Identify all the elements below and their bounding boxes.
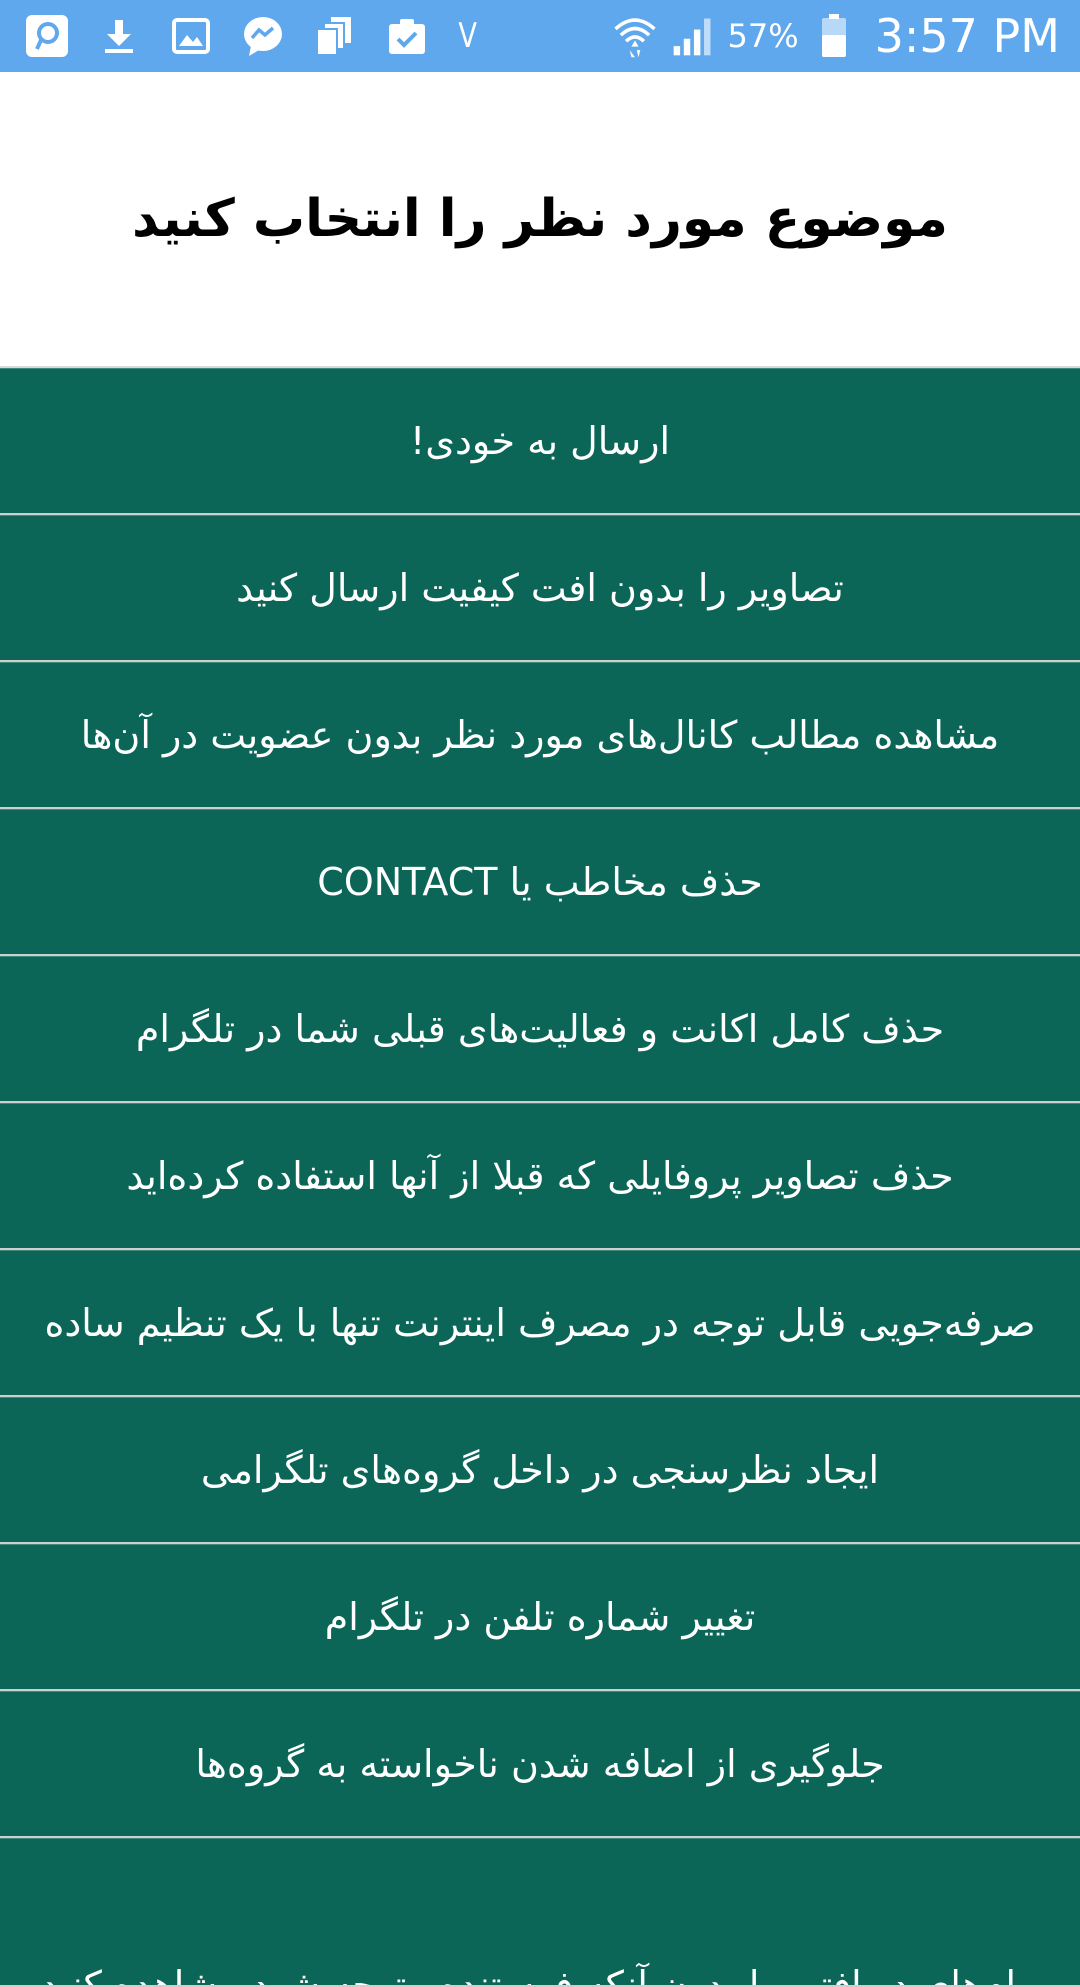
messenger-icon <box>240 13 286 59</box>
topic-label: ایجاد نظرسنجی در داخل گروه‌های تلگرامی <box>200 1448 880 1492</box>
chevron-down-icon: V <box>458 16 477 56</box>
topic-item-read-messages-secretly[interactable]: پیام‌های دریافتی را بدون آنکه فرستنده مت… <box>0 1838 1080 1985</box>
page-title: موضوع مورد نظر را انتخاب کنید <box>132 189 948 249</box>
battery-percent: 57% <box>727 17 799 55</box>
topic-label: جلوگیری از اضافه شدن ناخواسته به گروه‌ها <box>195 1742 885 1786</box>
clock: 3:57 PM <box>874 9 1060 63</box>
topic-label: مشاهده مطالب کانال‌های مورد نظر بدون عضو… <box>80 713 1000 757</box>
app-icon <box>24 13 70 59</box>
topic-item-change-phone-number[interactable]: تغییر شماره تلفن در تلگرام <box>0 1544 1080 1689</box>
gallery-icon <box>168 13 214 59</box>
topic-item-prevent-group-adds[interactable]: جلوگیری از اضافه شدن ناخواسته به گروه‌ها <box>0 1691 1080 1836</box>
system-icons: 57% 3:57 PM <box>612 9 1060 63</box>
topic-label: حذف تصاویر پروفایلی که قبلا از آنها استف… <box>126 1154 954 1198</box>
topic-item-save-data-usage[interactable]: صرفه‌جویی قابل توجه در مصرف اینترنت تنها… <box>0 1250 1080 1395</box>
copy-icon <box>312 13 358 59</box>
signal-icon <box>670 13 716 59</box>
download-icon <box>96 13 142 59</box>
wifi-icon <box>612 13 658 59</box>
topic-item-send-to-self[interactable]: ارسال به خودی! <box>0 368 1080 513</box>
status-bar: V 57% 3:57 PM <box>0 0 1080 72</box>
notification-icons: V <box>24 13 612 59</box>
topic-item-create-poll[interactable]: ایجاد نظرسنجی در داخل گروه‌های تلگرامی <box>0 1397 1080 1542</box>
topic-item-delete-profile-photos[interactable]: حذف تصاویر پروفایلی که قبلا از آنها استف… <box>0 1103 1080 1248</box>
topic-list: ارسال به خودی! تصاویر را بدون افت کیفیت … <box>0 368 1080 1987</box>
battery-icon <box>811 13 857 59</box>
clipboard-check-icon <box>384 13 430 59</box>
topic-item-delete-account[interactable]: حذف کامل اکانت و فعالیت‌های قبلی شما در … <box>0 956 1080 1101</box>
topic-item-send-images-without-quality-loss[interactable]: تصاویر را بدون افت کیفیت ارسال کنید <box>0 515 1080 660</box>
topic-item-delete-contact[interactable]: حذف مخاطب یا CONTACT <box>0 809 1080 954</box>
topic-label: صرفه‌جویی قابل توجه در مصرف اینترنت تنها… <box>44 1301 1036 1345</box>
topic-label: تصاویر را بدون افت کیفیت ارسال کنید <box>236 566 844 610</box>
topic-label: حذف کامل اکانت و فعالیت‌های قبلی شما در … <box>135 1007 945 1051</box>
page-header: موضوع مورد نظر را انتخاب کنید <box>0 72 1080 368</box>
topic-label: پیام‌های دریافتی را بدون آنکه فرستنده مت… <box>40 1963 1040 1985</box>
topic-label: تغییر شماره تلفن در تلگرام <box>324 1595 756 1639</box>
topic-label: حذف مخاطب یا CONTACT <box>317 860 763 904</box>
topic-label: ارسال به خودی! <box>409 419 671 463</box>
topic-item-view-channels-without-joining[interactable]: مشاهده مطالب کانال‌های مورد نظر بدون عضو… <box>0 662 1080 807</box>
